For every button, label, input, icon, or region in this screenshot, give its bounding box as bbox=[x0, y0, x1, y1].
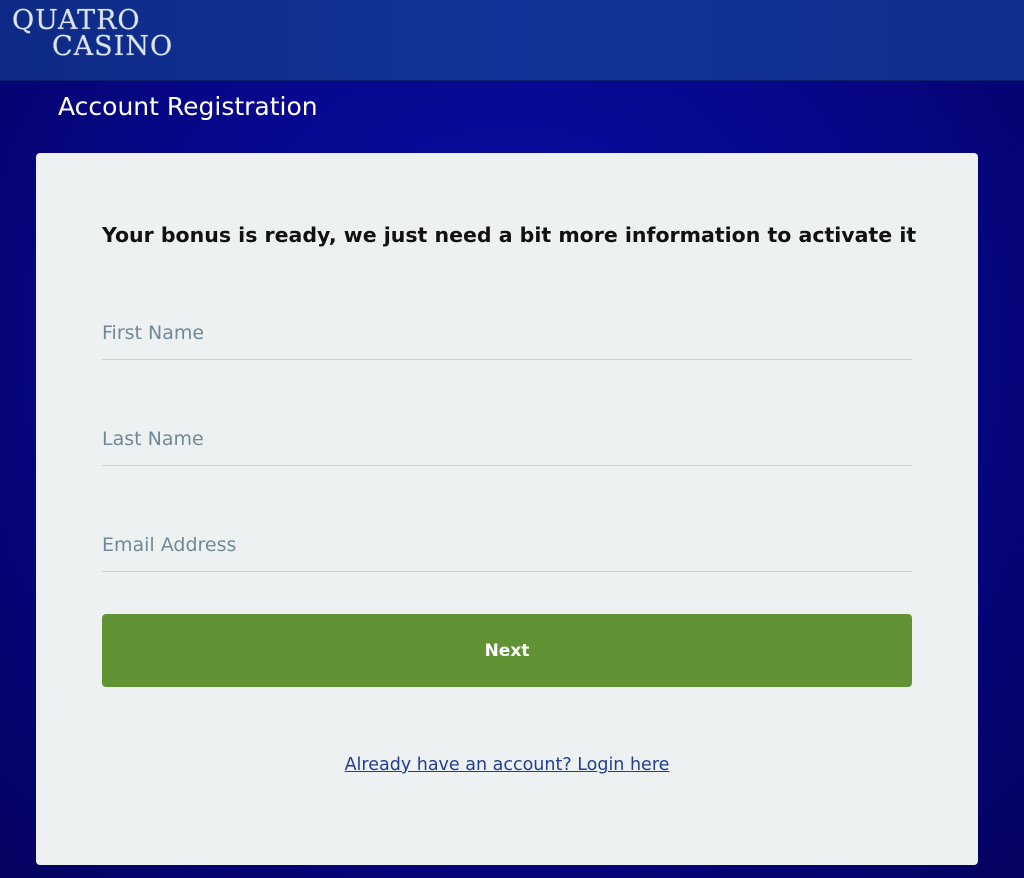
login-link[interactable]: Already have an account? Login here bbox=[36, 755, 978, 775]
next-button[interactable]: Next bbox=[102, 614, 912, 687]
bonus-heading: Your bonus is ready, we just need a bit … bbox=[102, 223, 917, 247]
email-address-input[interactable] bbox=[102, 519, 912, 572]
first-name-input[interactable] bbox=[102, 307, 912, 360]
quatro-casino-logo[interactable]: QUATRO CASINO bbox=[12, 7, 174, 62]
logo-line-casino: CASINO bbox=[52, 31, 174, 62]
registration-card: Your bonus is ready, we just need a bit … bbox=[36, 153, 978, 865]
page-title: Account Registration bbox=[58, 92, 318, 121]
top-header-bar: QUATRO CASINO bbox=[0, 0, 1024, 81]
last-name-input[interactable] bbox=[102, 413, 912, 466]
